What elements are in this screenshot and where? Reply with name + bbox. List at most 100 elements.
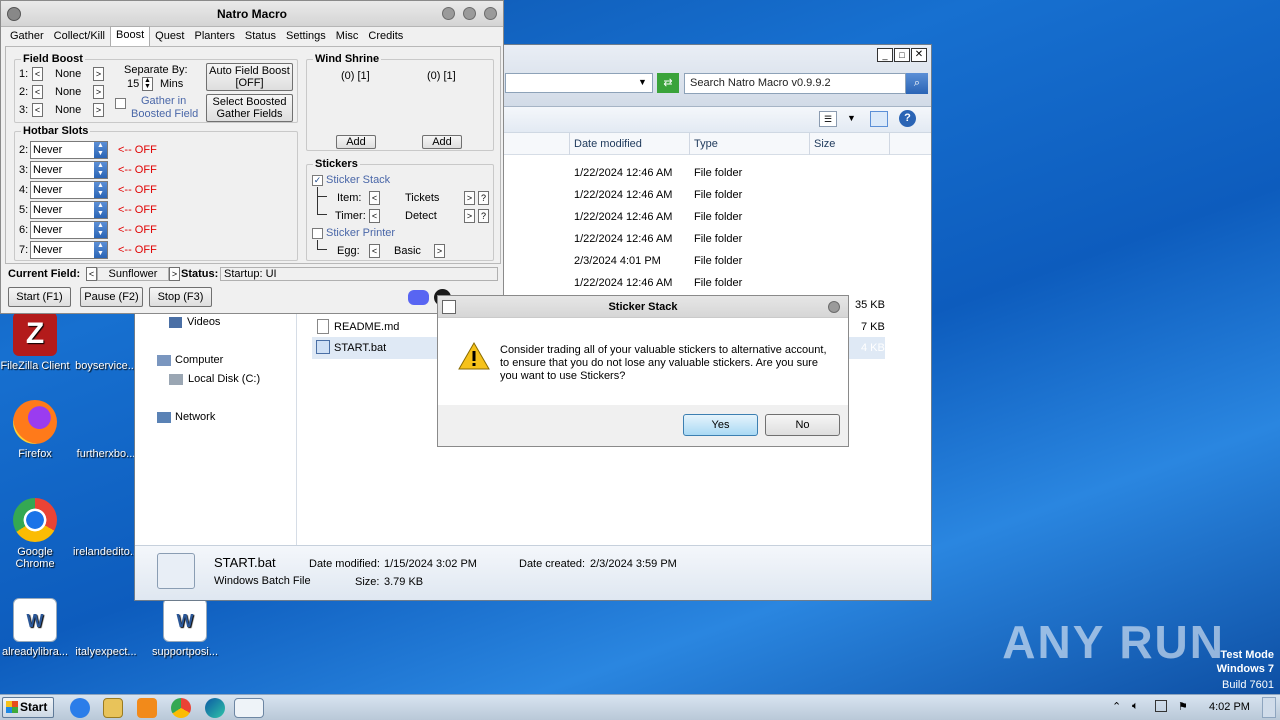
desktop-icon-label: boyservice... (75, 360, 137, 372)
tab-planters[interactable]: Planters (190, 28, 240, 47)
gather-in-boosted-checkbox[interactable] (115, 98, 126, 109)
search-icon[interactable]: ⌕ (906, 73, 928, 94)
sticker-egg-prev-button[interactable]: < (369, 244, 380, 258)
boyservice-desktop-icon[interactable]: boyservice... (71, 312, 141, 372)
irelandedito-desktop-icon[interactable]: irelandedito... (71, 498, 141, 558)
explorer-folder-icon[interactable] (103, 698, 123, 718)
field-boost-2-prev-button[interactable]: < (32, 85, 43, 99)
sticker-item-prev-button[interactable]: < (369, 191, 380, 205)
hotbar-index: 6: (19, 224, 29, 236)
wind-shrine-add-1-button[interactable]: Add (336, 135, 376, 149)
start-button[interactable]: Start (F1) (8, 287, 71, 307)
natro-macro-task-icon[interactable] (234, 698, 264, 718)
field-boost-1-prev-button[interactable]: < (32, 67, 43, 81)
hotbar-6-select[interactable]: Never ▲ ▼ (30, 221, 108, 239)
close-button[interactable]: ✕ (911, 48, 927, 62)
field-boost-3-prev-button[interactable]: < (32, 103, 43, 117)
minimize-button[interactable] (442, 7, 455, 20)
no-button[interactable]: No (765, 414, 840, 436)
view-dropdown-icon[interactable]: ▼ (847, 113, 856, 123)
stop-button[interactable]: Stop (F3) (149, 287, 212, 307)
sticker-printer-checkbox[interactable] (312, 228, 323, 239)
field-boost-3-next-button[interactable]: > (93, 103, 104, 117)
close-button[interactable] (828, 301, 840, 313)
tray-sound-icon[interactable]: 🔈︎ (1132, 700, 1139, 713)
field-boost-index: 2: (19, 86, 29, 98)
sticker-timer-help-button[interactable]: ? (478, 209, 489, 223)
nav-label: Computer (175, 354, 224, 366)
address-dropdown-icon[interactable]: ▼ (638, 77, 647, 87)
sticker-egg-next-button[interactable]: > (434, 244, 445, 258)
ie-icon[interactable] (70, 698, 90, 718)
nav-item-local-disk[interactable]: Local Disk (C:) (169, 373, 260, 385)
select-value: Never (33, 144, 63, 156)
help-icon[interactable]: ? (899, 110, 916, 127)
nav-item-videos[interactable]: Videos (169, 316, 220, 328)
preview-pane-icon[interactable] (870, 111, 888, 127)
close-button[interactable] (484, 7, 497, 20)
chrome-icon[interactable] (171, 698, 191, 718)
field-boost-2-next-button[interactable]: > (93, 85, 104, 99)
start-button[interactable]: Start (2, 697, 54, 718)
hotbar-7-select[interactable]: Never ▲ ▼ (30, 241, 108, 259)
sticker-item-help-button[interactable]: ? (478, 191, 489, 205)
tab-credits[interactable]: Credits (363, 28, 408, 47)
address-bar[interactable] (505, 73, 653, 93)
separate-spinner[interactable]: ▲ ▼ (142, 77, 153, 91)
wind-shrine-add-2-button[interactable]: Add (422, 135, 462, 149)
tab-gather[interactable]: Gather (5, 28, 49, 47)
yes-button[interactable]: Yes (683, 414, 758, 436)
firefox-desktop-icon[interactable]: Firefox (0, 400, 70, 460)
tree-branch-icon (317, 197, 327, 215)
maximize-button[interactable] (463, 7, 476, 20)
col-type[interactable]: Type (689, 133, 809, 155)
italyexpect-desktop-icon[interactable]: italyexpect... (71, 598, 141, 658)
sticker-stack-checkbox[interactable]: ✓ (312, 175, 323, 186)
hotbar-5-select[interactable]: Never ▲ ▼ (30, 201, 108, 219)
hotbar-2-select[interactable]: Never ▲ ▼ (30, 141, 108, 159)
tab-quest[interactable]: Quest (150, 28, 189, 47)
maximize-button[interactable]: □ (894, 48, 910, 62)
nav-item-computer[interactable]: Computer (157, 354, 223, 366)
view-options-icon[interactable]: ☰ (819, 111, 837, 127)
col-extra[interactable] (889, 133, 929, 155)
supportposi-desktop-icon[interactable]: W supportposi... (150, 598, 220, 658)
details-created: 2/3/2024 3:59 PM (590, 558, 677, 570)
filezilla-desktop-icon[interactable]: Z FileZilla Client (0, 312, 70, 372)
hotbar-3-select[interactable]: Never ▲ ▼ (30, 161, 108, 179)
furtherxbo-desktop-icon[interactable]: furtherxbo... (71, 400, 141, 460)
tab-boost[interactable]: Boost (110, 26, 151, 47)
edge-icon[interactable] (205, 698, 225, 718)
tab-settings[interactable]: Settings (281, 28, 331, 47)
show-desktop-button[interactable] (1262, 697, 1276, 718)
auto-field-boost-button[interactable]: Auto Field Boost [OFF] (206, 63, 293, 91)
wind-shrine-slot-2: (0) [1] (427, 70, 456, 82)
tab-misc[interactable]: Misc (331, 28, 364, 47)
col-date-modified[interactable]: Date modified (569, 133, 689, 155)
current-field-next-button[interactable]: > (169, 267, 180, 281)
hotbar-4-select[interactable]: Never ▲ ▼ (30, 181, 108, 199)
tray-flag-icon[interactable]: ⚑ (1178, 700, 1188, 713)
minimize-button[interactable]: _ (877, 48, 893, 62)
tray-up-arrow-icon[interactable]: ⌃ (1112, 700, 1121, 713)
refresh-icon[interactable]: ⇄ (657, 73, 679, 93)
tray-network-icon[interactable] (1155, 700, 1167, 712)
tab-status[interactable]: Status (240, 28, 281, 47)
field-boost-1-next-button[interactable]: > (93, 67, 104, 81)
tab-collect-kill[interactable]: Collect/Kill (49, 28, 110, 47)
chrome-desktop-icon[interactable]: Google Chrome (0, 498, 70, 570)
media-player-icon[interactable] (137, 698, 157, 718)
col-size[interactable]: Size (809, 133, 889, 155)
pause-button[interactable]: Pause (F2) (80, 287, 143, 307)
clock[interactable]: 4:02 PM (1209, 701, 1250, 713)
nav-item-network[interactable]: Network (157, 411, 215, 423)
sticker-timer-next-button[interactable]: > (464, 209, 475, 223)
nav-pane: Videos Computer Local Disk (C:) Network (135, 310, 297, 550)
sticker-item-next-button[interactable]: > (464, 191, 475, 205)
sticker-timer-prev-button[interactable]: < (369, 209, 380, 223)
discord-icon[interactable] (408, 290, 429, 305)
search-input[interactable]: Search Natro Macro v0.9.9.2 (684, 73, 906, 94)
current-field-prev-button[interactable]: < (86, 267, 97, 281)
select-boosted-fields-button[interactable]: Select Boosted Gather Fields (206, 94, 293, 122)
alreadylibra-desktop-icon[interactable]: W alreadylibra... (0, 598, 70, 658)
